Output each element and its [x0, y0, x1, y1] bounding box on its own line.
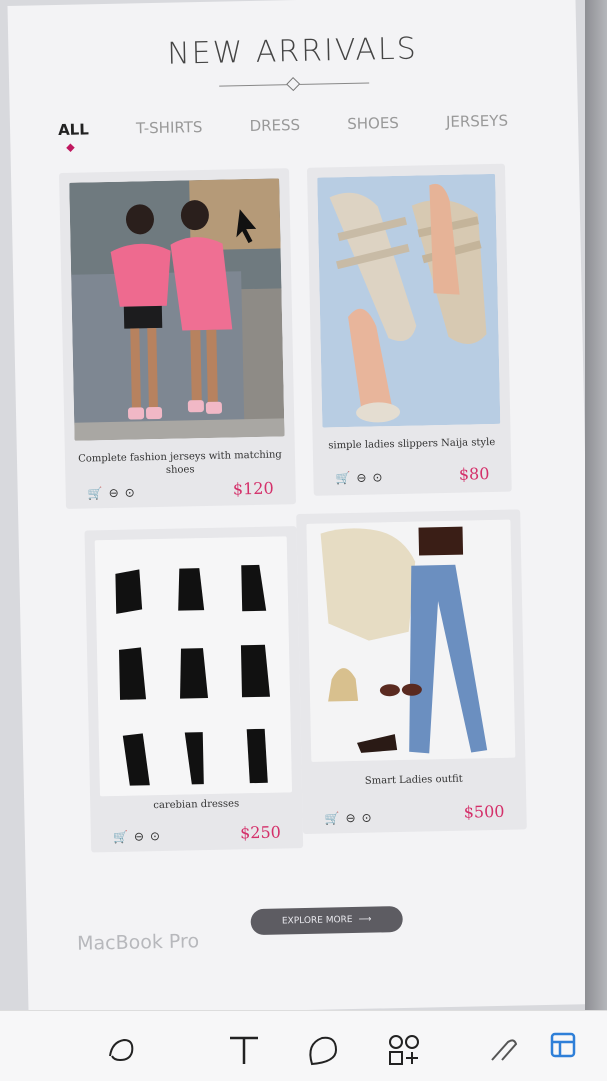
eye-icon[interactable]: ⊙ [361, 811, 371, 825]
minus-icon[interactable]: ⊖ [134, 829, 144, 843]
cart-icon[interactable]: 🛒 [88, 486, 103, 500]
tab-t-shirts[interactable]: T-SHIRTS [136, 118, 203, 137]
cart-icon[interactable]: 🛒 [335, 471, 350, 485]
product-image[interactable] [306, 519, 516, 762]
product-name: Smart Ladies outfit [364, 773, 463, 787]
explore-more-button[interactable]: EXPLORE MORE ⟶ [250, 905, 403, 936]
slippers-photo [317, 173, 501, 428]
product-price: $500 [463, 801, 505, 822]
page-title: NEW ARRIVALS [166, 31, 419, 72]
outfit-photo [306, 519, 516, 762]
minus-icon[interactable]: ⊖ [356, 471, 366, 485]
laptop-watermark: MacBook Pro [76, 930, 200, 955]
product-price: $120 [232, 478, 274, 499]
category-tabs: ALL T-SHIRTS DRESS SHOES JERSEYS [58, 112, 508, 139]
pen-icon[interactable] [484, 1030, 524, 1074]
product-price: $250 [239, 822, 282, 843]
diamond-icon [286, 77, 301, 92]
jersey-photo [69, 178, 285, 441]
style-icon[interactable] [548, 1030, 578, 1064]
product-image[interactable] [317, 173, 501, 428]
browser-screen: NEW ARRIVALS ALL T-SHIRTS DRESS SHOES JE… [7, 0, 597, 1016]
product-card[interactable]: Complete fashion jerseys with matching s… [58, 168, 296, 509]
eye-icon[interactable]: ⊙ [372, 470, 382, 484]
product-image[interactable] [69, 178, 285, 441]
minus-icon[interactable]: ⊖ [109, 486, 119, 500]
product-name: simple ladies slippers Naija style [328, 436, 496, 452]
add-shape-icon[interactable] [384, 1030, 424, 1074]
product-actions: 🛒 ⊖ ⊙ [88, 486, 135, 501]
explore-more-label: EXPLORE MORE [281, 915, 353, 927]
product-card[interactable]: carebian dresses 🛒 ⊖ ⊙ $250 [84, 526, 304, 853]
product-price: $80 [458, 464, 490, 484]
arrow-right-icon: ⟶ [358, 914, 372, 925]
device-bezel [585, 0, 607, 1010]
tab-shoes[interactable]: SHOES [347, 114, 399, 133]
shape-icon[interactable] [302, 1030, 342, 1074]
tab-all[interactable]: ALL [58, 120, 89, 139]
cart-icon[interactable]: 🛒 [113, 830, 128, 844]
minus-icon[interactable]: ⊖ [345, 811, 355, 825]
product-actions: 🛒 ⊖ ⊙ [324, 811, 371, 826]
product-image[interactable] [94, 536, 293, 797]
text-icon[interactable] [224, 1030, 264, 1074]
eye-icon[interactable]: ⊙ [150, 829, 160, 843]
product-card[interactable]: simple ladies slippers Naija style 🛒 ⊖ ⊙… [306, 163, 512, 496]
product-name: carebian dresses [153, 798, 240, 812]
tab-dress[interactable]: DRESS [249, 116, 300, 135]
lasso-icon[interactable] [102, 1030, 142, 1074]
product-actions: 🛒 ⊖ ⊙ [113, 829, 160, 844]
product-actions: 🛒 ⊖ ⊙ [335, 470, 382, 485]
eye-icon[interactable]: ⊙ [125, 486, 135, 500]
dresses-photo [94, 536, 293, 797]
cart-icon[interactable]: 🛒 [324, 811, 339, 825]
product-name: Complete fashion jerseys with matching s… [78, 449, 282, 476]
product-card[interactable]: Smart Ladies outfit 🛒 ⊖ ⊙ $500 [296, 509, 527, 835]
tab-jerseys[interactable]: JERSEYS [446, 112, 508, 131]
